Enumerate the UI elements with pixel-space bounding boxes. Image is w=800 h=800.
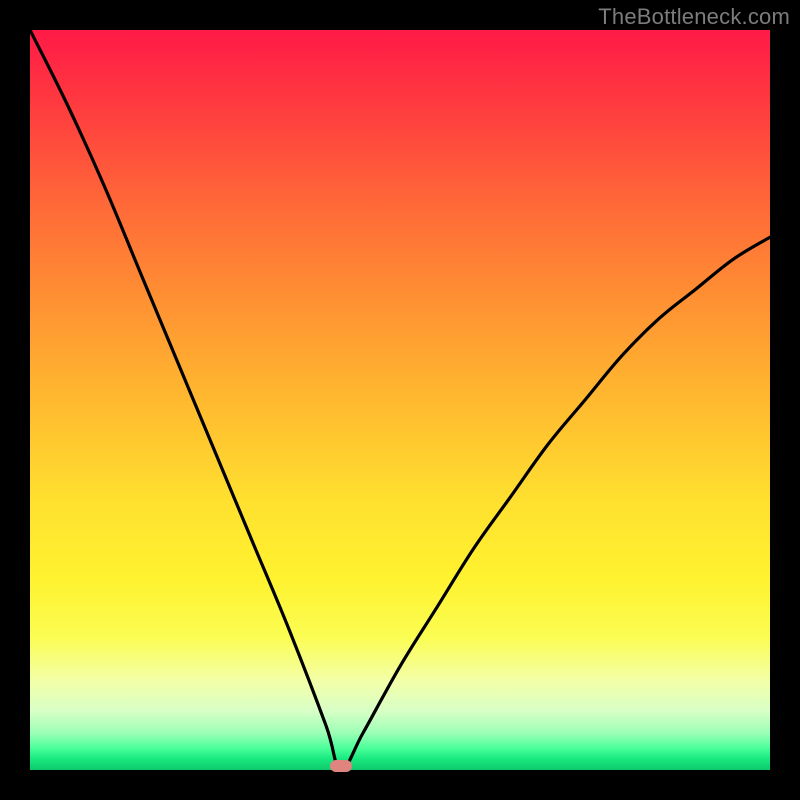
plot-area (30, 30, 770, 770)
chart-frame: TheBottleneck.com (0, 0, 800, 800)
optimum-marker (330, 760, 352, 772)
watermark-text: TheBottleneck.com (598, 4, 790, 30)
bottleneck-curve (30, 30, 770, 770)
